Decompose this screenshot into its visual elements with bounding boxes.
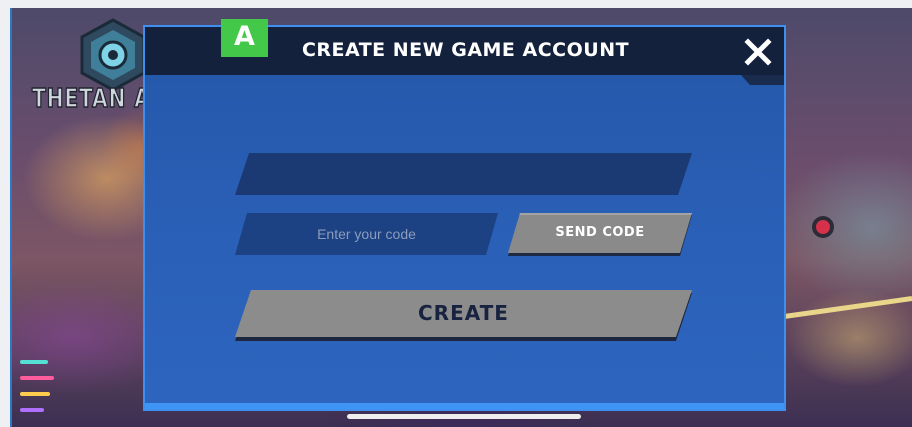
send-code-label: SEND CODE (555, 225, 645, 240)
email-field[interactable] (235, 153, 692, 195)
create-label: CREATE (418, 301, 509, 325)
background-pipe (782, 296, 912, 320)
device-screen: THETAN AF CREATE NEW GAME ACCOUNT A SEND… (0, 0, 912, 427)
keyboard-hint-badge: A (221, 19, 268, 57)
robot-eye-decoration (816, 220, 830, 234)
send-code-button[interactable]: SEND CODE (508, 213, 692, 256)
close-icon[interactable] (743, 37, 773, 67)
neon-stripe (20, 376, 54, 380)
neon-stripe (20, 360, 48, 364)
game-logo-icon (80, 18, 146, 92)
create-button[interactable]: CREATE (235, 290, 692, 341)
neon-stripe (20, 392, 50, 396)
header-bevel (145, 75, 784, 85)
dialog-bottom-bar (145, 403, 784, 409)
verification-code-input[interactable] (235, 213, 498, 255)
neon-stripe (20, 408, 44, 412)
home-indicator[interactable] (347, 414, 581, 419)
